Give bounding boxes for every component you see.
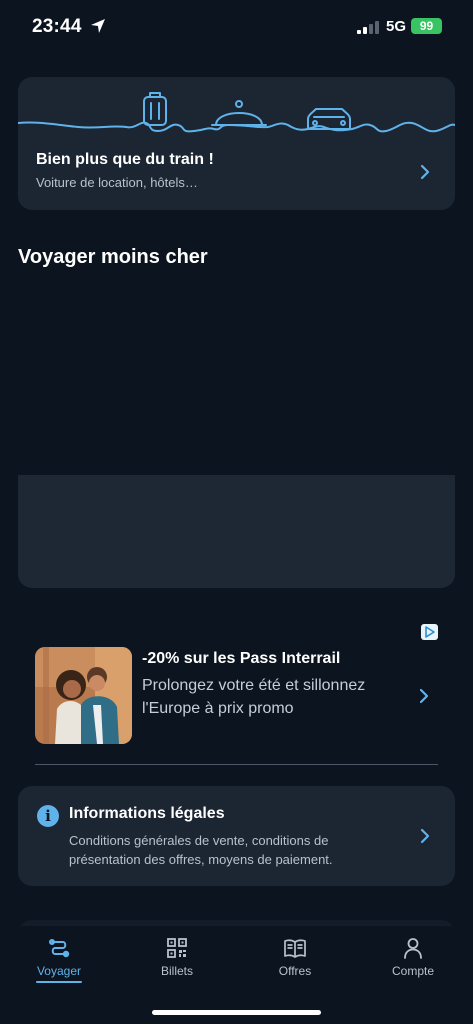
book-icon: [284, 939, 306, 958]
user-icon: [404, 938, 422, 959]
chevron-right-icon: [420, 828, 430, 844]
tab-billets[interactable]: Billets: [132, 936, 222, 978]
ad-title: -20% sur les Pass Interrail: [142, 650, 341, 667]
offers-carousel-placeholder: [18, 290, 455, 588]
tab-voyager[interactable]: Voyager: [14, 936, 104, 983]
location-arrow-icon: [91, 19, 105, 33]
travel-line-illustration: [18, 92, 455, 133]
legal-description: Conditions générales de vente, condition…: [69, 833, 333, 867]
chevron-right-icon: [420, 164, 430, 180]
tab-label: Billets: [160, 964, 193, 978]
battery-icon: 99: [411, 18, 442, 34]
tab-label: Offres: [278, 964, 312, 978]
promo-card[interactable]: Bien plus que du train ! Voiture de loca…: [18, 77, 455, 210]
tab-offres[interactable]: Offres: [250, 936, 340, 978]
legal-title: Informations légales: [69, 805, 225, 822]
active-tab-indicator: [36, 981, 82, 983]
network-type: 5G: [386, 18, 407, 35]
signal-icon: [357, 21, 379, 34]
status-time: 23:44: [32, 16, 82, 37]
qr-code-icon: [167, 938, 187, 958]
ad-image[interactable]: [35, 647, 132, 744]
route-icon: [49, 939, 70, 958]
ad-description: Prolongez votre été et sillonnez l'Europ…: [142, 677, 366, 717]
battery-level: 99: [419, 19, 434, 33]
ad-choices-icon[interactable]: [421, 624, 438, 640]
tab-label: Compte: [391, 964, 435, 978]
home-indicator: [152, 1010, 321, 1015]
promo-title: Bien plus que du train !: [36, 151, 214, 168]
info-icon: i: [37, 805, 59, 827]
tab-compte[interactable]: Compte: [368, 936, 458, 978]
promo-subtitle: Voiture de location, hôtels…: [36, 175, 198, 190]
divider: [35, 764, 438, 765]
ad-chevron-right-icon[interactable]: [416, 688, 432, 704]
tab-label: Voyager: [36, 964, 82, 978]
section-title: Voyager moins cher: [18, 246, 208, 268]
play-triangle-icon: [425, 626, 435, 638]
legal-info-card[interactable]: i Informations légales Conditions généra…: [18, 786, 455, 886]
couple-photo: [35, 647, 132, 744]
